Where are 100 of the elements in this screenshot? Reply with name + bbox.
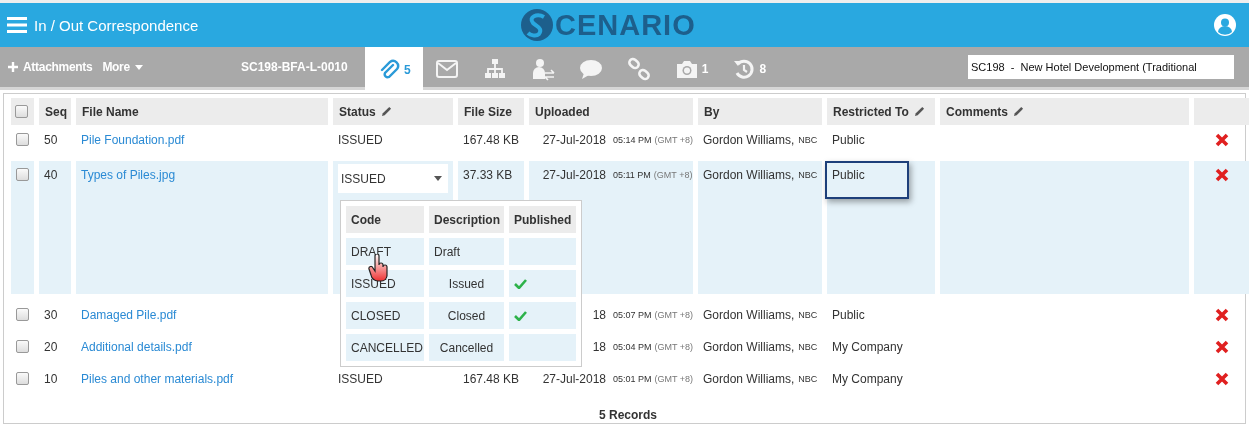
file-link[interactable]: Additional details.pdf	[81, 340, 192, 354]
restricted-text: My Company	[832, 372, 903, 386]
user-icon[interactable]	[1213, 13, 1237, 37]
pencil-icon	[380, 106, 392, 117]
header-label: Comments	[946, 104, 1008, 119]
hierarchy-icon	[482, 56, 507, 81]
company-name: NBC	[798, 342, 818, 352]
company-name: NBC	[798, 170, 818, 180]
status-select[interactable]: ISSUED	[338, 164, 448, 193]
file-link[interactable]: Pile Foundation.pdf	[81, 133, 185, 147]
option-description[interactable]: Draft	[429, 238, 504, 265]
column-header[interactable]: Comments	[940, 98, 1189, 125]
user-transfer-icon	[530, 56, 555, 81]
restricted-field[interactable]: Public	[825, 161, 909, 199]
restricted-text: Public	[832, 133, 865, 147]
checkbox[interactable]	[15, 105, 28, 118]
upload-date: 27-Jul-2018	[541, 168, 606, 182]
dropdown-header: Description	[429, 206, 504, 233]
restricted-text: My Company	[832, 340, 903, 354]
upload-date: 27-Jul-2018	[541, 133, 606, 147]
project-field[interactable]: SC198 - New Hotel Development (Traditional	[968, 55, 1234, 79]
upload-date: 18	[591, 308, 606, 322]
timezone: (GMT +8)	[654, 135, 694, 145]
option-code[interactable]: CANCELLED	[346, 334, 424, 361]
timezone: (GMT +8)	[654, 374, 694, 384]
upload-time: 05:01 PM	[613, 374, 652, 384]
caret-icon	[434, 176, 442, 181]
company-name: NBC	[798, 310, 818, 320]
seq-number: 50	[44, 133, 58, 147]
record-count: 5 Records	[598, 408, 658, 422]
header-label: Restricted To	[833, 104, 909, 119]
restricted-text: Public	[832, 308, 865, 322]
checkbox[interactable]	[16, 340, 29, 353]
status-text: ISSUED	[338, 372, 383, 386]
delete-icon[interactable]	[1214, 340, 1229, 354]
header-label: By	[704, 104, 720, 119]
upload-time: 05:14 PM	[613, 135, 652, 145]
option-code[interactable]: CLOSED	[346, 302, 424, 329]
column-header	[1194, 98, 1249, 125]
status-text: ISSUED	[338, 133, 383, 147]
checkbox[interactable]	[16, 133, 29, 146]
upload-time: 05:04 PM	[613, 342, 652, 352]
plus-icon	[8, 62, 18, 72]
upload-time: 05:11 PM	[613, 170, 651, 180]
header-label: Seq	[45, 104, 67, 119]
file-size: 167.48 KB	[463, 372, 520, 386]
column-header[interactable]: Seq	[39, 98, 71, 125]
column-header[interactable]: Status	[333, 98, 453, 125]
uploader-name: Gordon Williams,	[703, 372, 795, 386]
uploader-name: Gordon Williams,	[703, 168, 795, 182]
header-label: Uploaded	[535, 104, 590, 119]
pencil-icon	[913, 106, 925, 117]
uploader-name: Gordon Williams,	[703, 308, 795, 322]
option-description[interactable]: Closed	[429, 302, 504, 329]
column-header[interactable]: Uploaded	[529, 98, 693, 125]
header-label: File Size	[464, 104, 513, 119]
dropdown-header: Published	[509, 206, 576, 233]
delete-icon[interactable]	[1214, 133, 1229, 147]
timezone: (GMT +8)	[654, 310, 694, 320]
logo-icon	[520, 8, 554, 42]
column-header[interactable]: File Name	[76, 98, 328, 125]
delete-icon[interactable]	[1214, 372, 1229, 386]
seq-number: 40	[44, 168, 58, 182]
seq-number: 10	[44, 372, 58, 386]
logo-text: CENARIO	[555, 8, 696, 42]
menu-icon[interactable]	[7, 16, 27, 34]
file-link[interactable]: Piles and other materials.pdf	[81, 372, 234, 386]
upload-date: 27-Jul-2018	[541, 372, 606, 386]
upload-time: 05:07 PM	[613, 310, 652, 320]
seq-number: 20	[44, 340, 58, 354]
company-name: NBC	[798, 374, 818, 384]
company-name: NBC	[798, 135, 818, 145]
file-link[interactable]: Damaged Pile.pdf	[81, 308, 177, 322]
delete-icon[interactable]	[1214, 308, 1229, 322]
upload-date: 18	[591, 340, 606, 354]
column-header[interactable]: File Size	[458, 98, 524, 125]
header-label: Status	[339, 104, 376, 119]
header-label: File Name	[82, 104, 139, 119]
pencil-icon	[1013, 106, 1024, 117]
chain-link-icon	[626, 56, 651, 81]
column-header[interactable]: Restricted To	[827, 98, 935, 125]
timezone: (GMT +8)	[653, 170, 693, 180]
delete-icon[interactable]	[1214, 168, 1229, 182]
uploader-name: Gordon Williams,	[703, 133, 795, 147]
seq-number: 30	[44, 308, 58, 322]
option-description[interactable]: Cancelled	[429, 334, 504, 361]
file-size: 167.48 KB	[463, 133, 520, 147]
caret-icon	[134, 64, 143, 70]
checkbox[interactable]	[16, 168, 29, 181]
option-description[interactable]: Issued	[429, 270, 504, 297]
file-size: 37.33 KB	[463, 168, 513, 182]
column-header[interactable]	[11, 98, 34, 125]
option-code[interactable]: DRAFT	[346, 238, 424, 265]
page-title: In / Out Correspondence	[34, 16, 199, 34]
checkbox[interactable]	[16, 308, 29, 321]
record-id: SC198-BFA-L-0010	[240, 60, 349, 74]
column-header[interactable]: By	[698, 98, 822, 125]
uploader-name: Gordon Williams,	[703, 340, 795, 354]
checkbox[interactable]	[16, 372, 29, 385]
dropdown-header: Code	[346, 206, 424, 233]
